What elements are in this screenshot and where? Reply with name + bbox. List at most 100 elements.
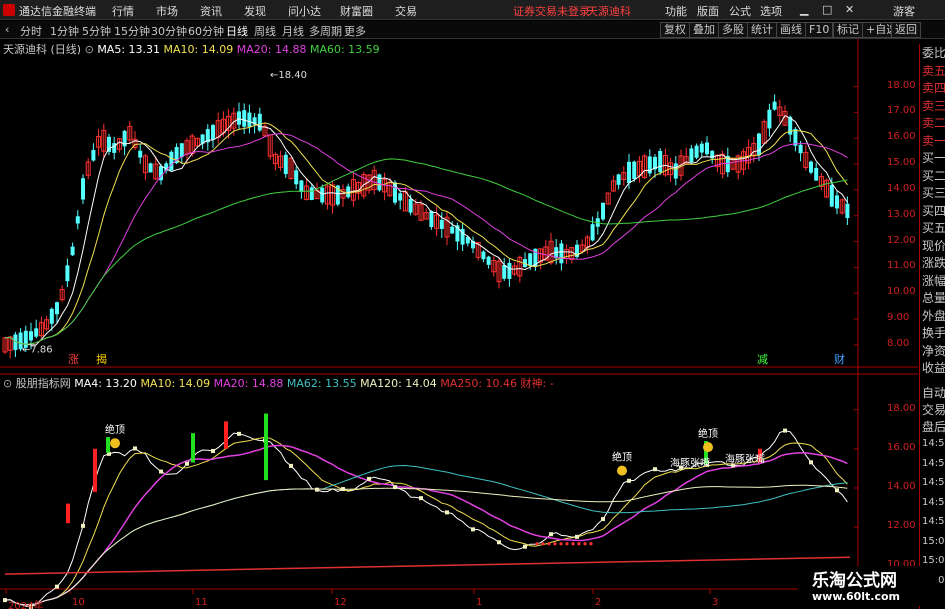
sub-ma120-line bbox=[4, 484, 848, 606]
red-dot-signal bbox=[577, 542, 581, 546]
candle-down bbox=[107, 136, 111, 152]
f10-button[interactable]: F10 bbox=[805, 22, 834, 38]
ma-dot bbox=[783, 428, 787, 433]
trade-time: 15:00 bbox=[922, 535, 945, 547]
tab-1min[interactable]: 1分钟 bbox=[50, 23, 79, 39]
quote-label: 涨幅 bbox=[922, 273, 945, 288]
main-y-tick: 16.00 bbox=[887, 131, 916, 143]
main-y-tick: 11.00 bbox=[887, 260, 916, 272]
candle-down bbox=[658, 150, 663, 173]
quote-side-panel: 委比 卖五 卖四 卖三 卖二 卖一 买一 买二 买三 买四 买五 现价 涨跌 涨幅 总量 外盘 换手 净资 收益 自动… bbox=[919, 44, 945, 609]
candle-down bbox=[829, 185, 834, 207]
menu-wealth[interactable]: 财富圈 bbox=[340, 3, 373, 19]
tab-5min[interactable]: 5分钟 bbox=[82, 23, 111, 39]
lower-panel-label[interactable]: 盘后 bbox=[922, 418, 945, 435]
trade-time: 15:09 bbox=[922, 555, 945, 566]
candle-down bbox=[559, 243, 564, 264]
multistock-button[interactable]: 多股 bbox=[718, 22, 748, 38]
fuquan-button[interactable]: 复权 bbox=[660, 22, 690, 38]
ma-dot bbox=[237, 431, 241, 436]
candle-down bbox=[772, 101, 777, 110]
candle-down bbox=[845, 203, 850, 219]
tab-timeshare[interactable]: 分时 bbox=[20, 23, 42, 39]
menu-options[interactable]: 选项 bbox=[760, 3, 782, 19]
tab-daily[interactable]: 日线 bbox=[226, 23, 248, 39]
candle-down bbox=[798, 144, 803, 154]
menu-market[interactable]: 市场 bbox=[156, 3, 178, 19]
sub-ma10-line bbox=[4, 436, 848, 606]
sub-y-tick: 12.00 bbox=[887, 520, 916, 532]
signal-annotation: 海豚张嘴 bbox=[670, 456, 710, 469]
trade-time: 14:56 bbox=[922, 438, 945, 449]
tab-15min[interactable]: 15分钟 bbox=[114, 23, 150, 39]
minimize-icon[interactable]: ▁ bbox=[800, 3, 808, 16]
quote-label: 卖三 bbox=[922, 98, 945, 113]
draw-button[interactable]: 画线 bbox=[776, 22, 806, 38]
menu-function[interactable]: 功能 bbox=[665, 3, 687, 19]
menu-discover[interactable]: 发现 bbox=[244, 3, 266, 19]
stats-button[interactable]: 统计 bbox=[747, 22, 777, 38]
guest-label[interactable]: 游客 bbox=[893, 3, 915, 19]
tab-monthly[interactable]: 月线 bbox=[282, 23, 304, 39]
main-y-tick: 18.00 bbox=[887, 79, 916, 91]
emoji-icon bbox=[703, 442, 713, 453]
tab-arrow-icon[interactable]: ‹ bbox=[5, 23, 9, 36]
ma-dot bbox=[653, 467, 657, 472]
ma-dot bbox=[627, 478, 631, 483]
close-icon[interactable]: ✕ bbox=[845, 3, 854, 16]
trade-time: 14:56 bbox=[922, 516, 945, 527]
lower-panel-label[interactable]: 交易 bbox=[922, 401, 945, 418]
red-dot-signal bbox=[565, 542, 569, 546]
lower-panel-label[interactable]: 自动 bbox=[922, 384, 945, 401]
menu-quotes[interactable]: 行情 bbox=[112, 3, 134, 19]
main-y-tick: 17.00 bbox=[887, 105, 916, 117]
kline-chart[interactable]: 绝顶绝顶绝顶海豚张嘴 海豚张嘴 ←18.40←7.86涨揭减财 bbox=[0, 39, 919, 609]
tab-30min[interactable]: 30分钟 bbox=[151, 23, 187, 39]
sub-y-tick: 16.00 bbox=[887, 441, 916, 453]
main-y-tick: 8.00 bbox=[887, 337, 910, 349]
candle-down bbox=[502, 264, 507, 279]
quote-label: 卖二 bbox=[922, 116, 945, 130]
maximize-icon[interactable]: □ bbox=[822, 3, 832, 16]
signal-bar bbox=[66, 503, 70, 524]
candle-down bbox=[507, 262, 512, 279]
mark-button[interactable]: 标记 bbox=[833, 22, 863, 38]
watermark-title: 乐淘公式网 bbox=[812, 571, 897, 591]
candle-down bbox=[242, 110, 247, 127]
signal-annotation: 绝顶 bbox=[612, 451, 632, 464]
main-y-tick: 12.00 bbox=[887, 234, 916, 246]
signal-annotation: 绝顶 bbox=[105, 423, 125, 436]
ma-dot bbox=[549, 532, 553, 537]
x-axis-label: 2 bbox=[595, 597, 602, 608]
app-window: 通达信金融终端 行情 市场 资讯 发现 问小达 财富圈 交易 证券交易未登录 天… bbox=[0, 0, 945, 609]
menu-news[interactable]: 资讯 bbox=[200, 3, 222, 19]
back-button[interactable]: 返回 bbox=[891, 22, 921, 38]
quote-label: 买一 bbox=[922, 151, 945, 165]
ma-dot bbox=[523, 544, 527, 549]
tab-weekly[interactable]: 周线 bbox=[254, 23, 276, 39]
signal-bar bbox=[264, 413, 268, 481]
menu-layout[interactable]: 版面 bbox=[697, 3, 719, 19]
ma-dot bbox=[809, 460, 813, 465]
login-notice[interactable]: 证券交易未登录 bbox=[513, 3, 590, 19]
quote-label: 外盘 bbox=[922, 308, 945, 323]
candle-down bbox=[398, 193, 403, 201]
candle-down bbox=[70, 246, 75, 256]
candle-down bbox=[601, 202, 605, 220]
menu-trade[interactable]: 交易 bbox=[395, 3, 417, 19]
watermark-url: www.60lt.com bbox=[812, 590, 901, 603]
candle-down bbox=[408, 198, 413, 213]
menu-xiaoda[interactable]: 问小达 bbox=[288, 3, 321, 19]
trade-time: 14:56 bbox=[922, 477, 945, 488]
tab-60min[interactable]: 60分钟 bbox=[188, 23, 224, 39]
candle-down bbox=[294, 170, 299, 185]
overlay-button[interactable]: 叠加 bbox=[689, 22, 719, 38]
tab-multi[interactable]: 多周期 bbox=[309, 23, 342, 39]
candle-down bbox=[835, 195, 839, 209]
tab-more[interactable]: 更多 bbox=[344, 23, 366, 39]
ma-dot bbox=[185, 461, 189, 466]
sub-ma20-line bbox=[4, 444, 848, 606]
ma-dot bbox=[289, 463, 293, 468]
menu-formula[interactable]: 公式 bbox=[729, 3, 751, 19]
signal-bar bbox=[93, 448, 97, 492]
